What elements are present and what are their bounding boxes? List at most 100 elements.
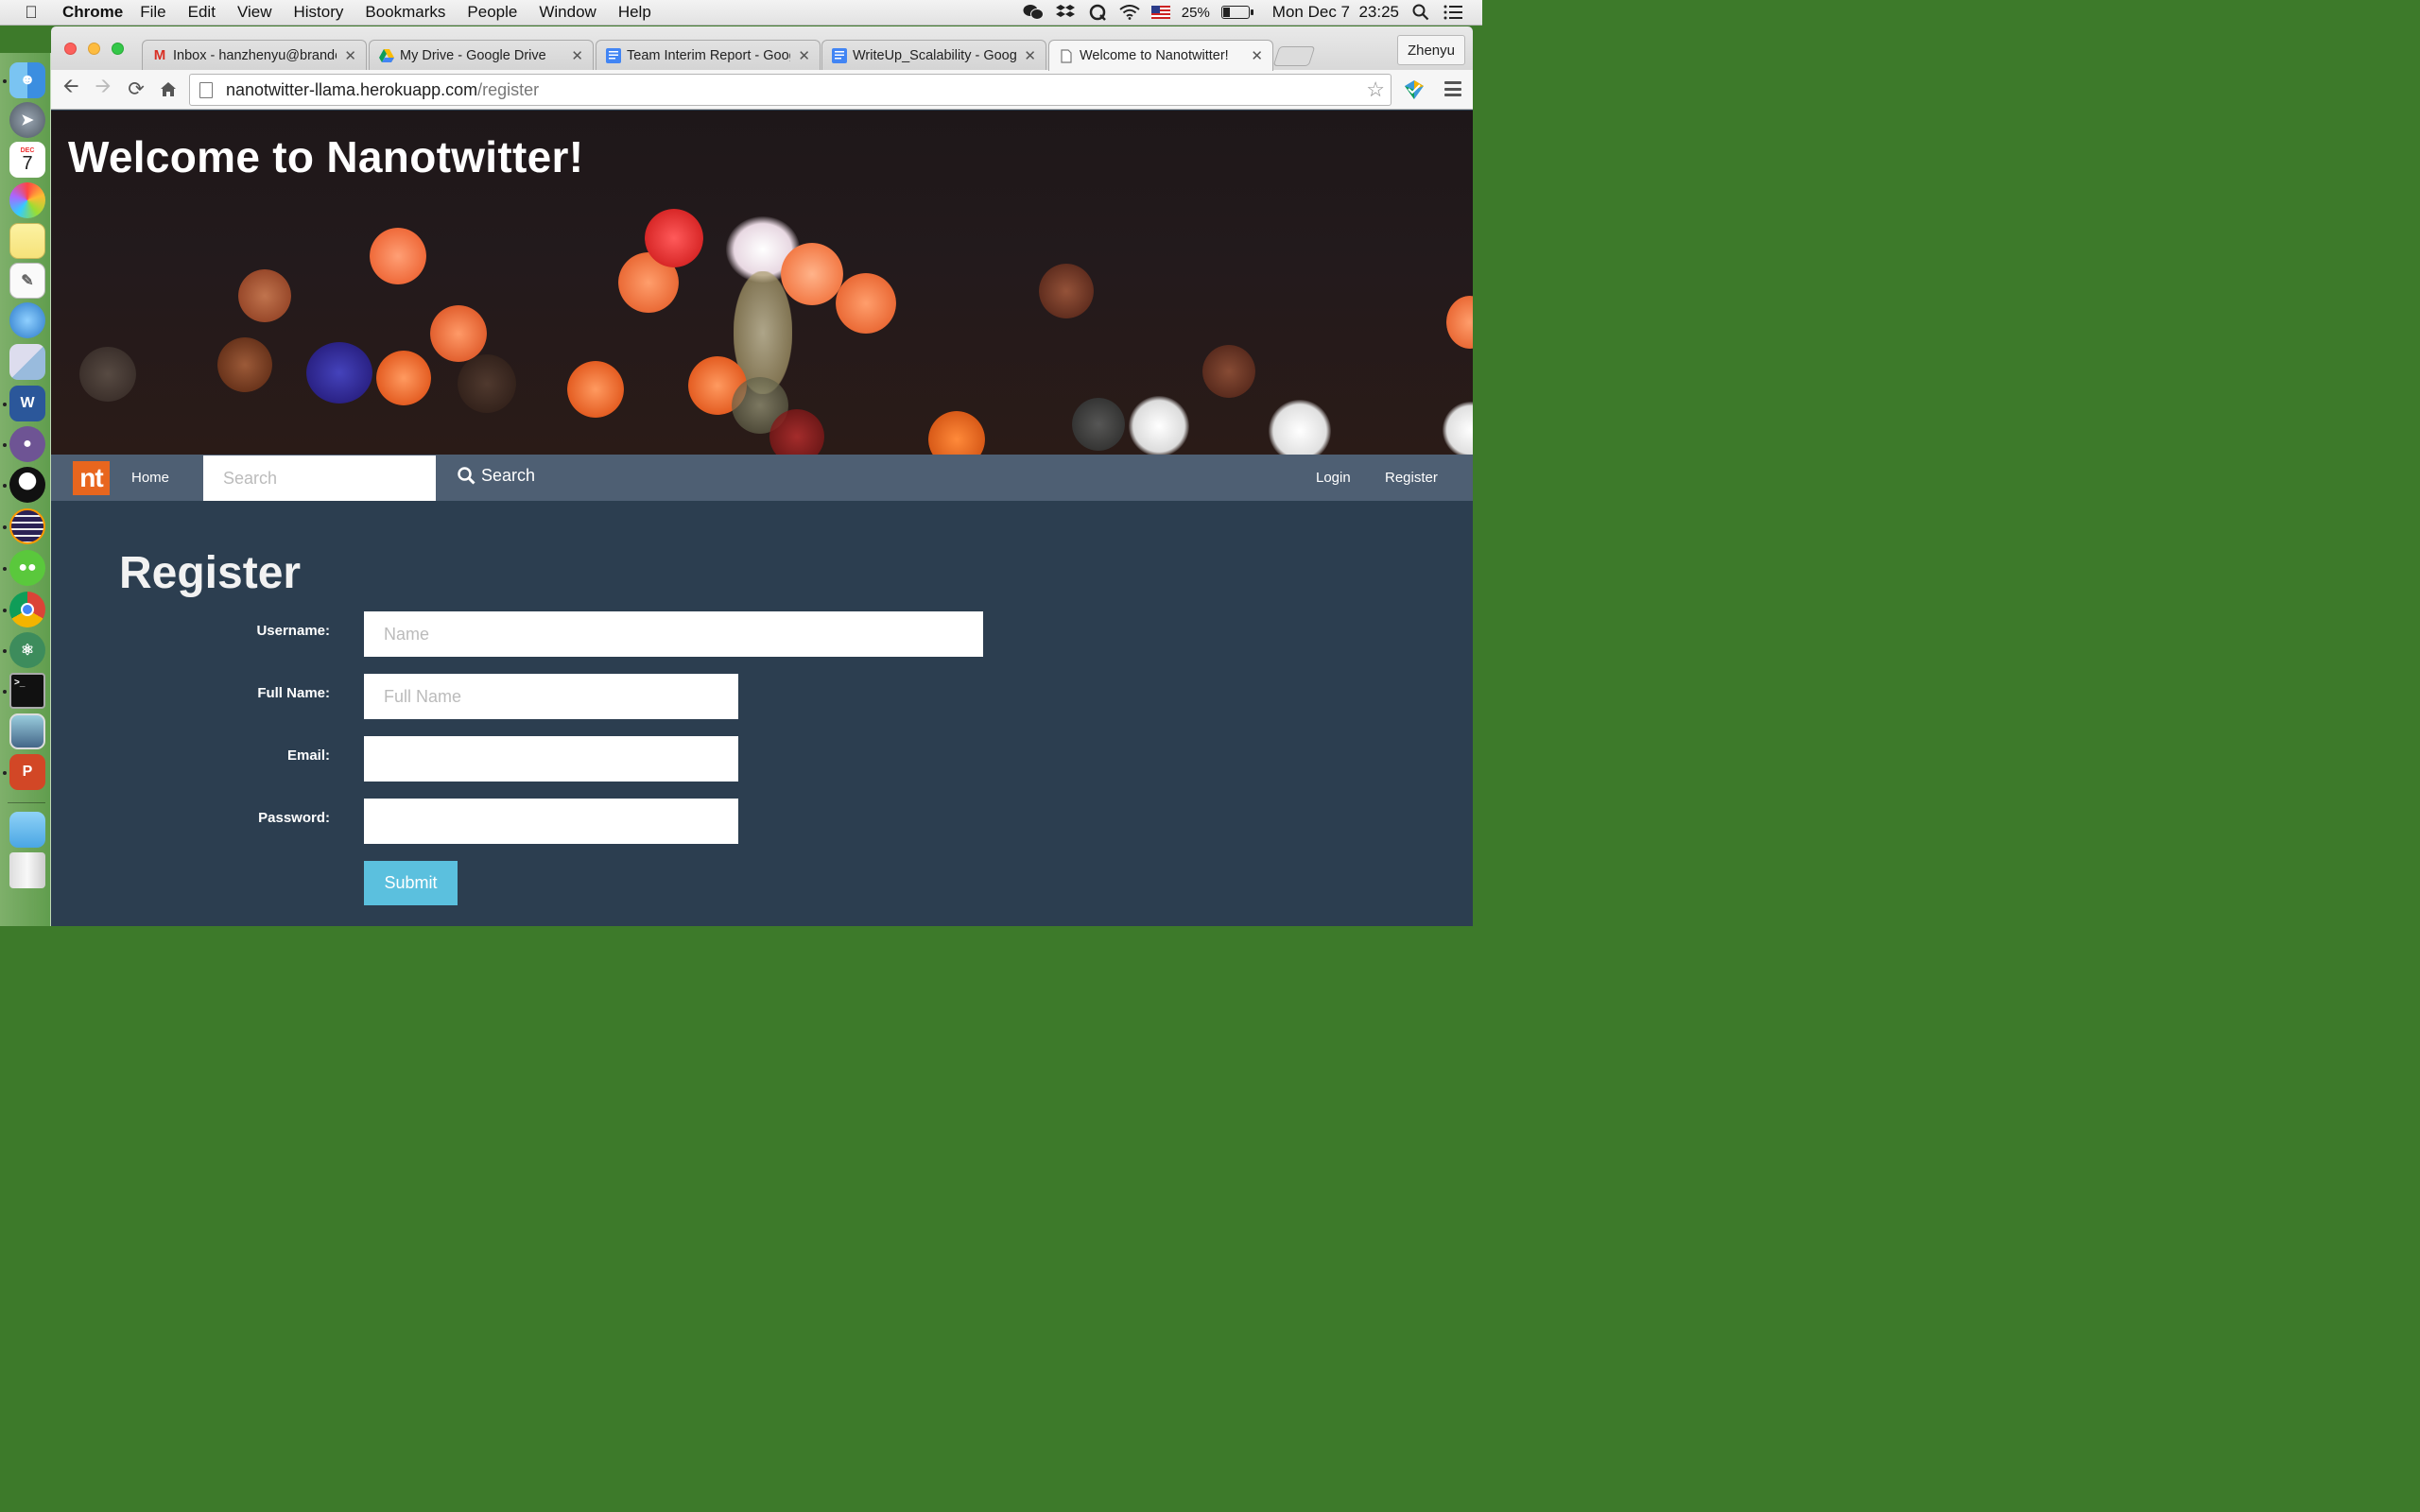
tab-inbox[interactable]: M Inbox - hanzhenyu@brandeis.edu ✕	[142, 40, 367, 70]
tab-title: Inbox - hanzhenyu@brandeis.edu	[173, 47, 337, 63]
password-label: Password:	[258, 810, 330, 826]
reload-icon[interactable]: ⟳	[123, 76, 149, 102]
fullname-field[interactable]	[364, 674, 738, 719]
finder-icon[interactable]: ☻	[9, 62, 45, 98]
menu-view[interactable]: View	[237, 3, 272, 22]
new-tab-button[interactable]	[1272, 46, 1316, 66]
wechat-icon[interactable]: ●●	[9, 550, 45, 586]
search-button-label: Search	[481, 466, 536, 485]
tab-title: Welcome to Nanotwitter!	[1080, 48, 1229, 63]
qq-status-icon[interactable]	[1087, 4, 1108, 21]
close-window-button[interactable]	[64, 43, 77, 55]
photos-icon[interactable]	[9, 182, 45, 218]
close-tab-icon[interactable]: ✕	[798, 47, 810, 64]
site-navbar: nt Home Search Login Register	[51, 455, 1473, 501]
eclipse-icon[interactable]	[9, 508, 45, 544]
preview-icon[interactable]	[9, 344, 45, 380]
running-indicator	[3, 443, 7, 447]
dock-separator	[8, 802, 45, 803]
close-tab-icon[interactable]: ✕	[1251, 47, 1263, 64]
web-page: Welcome to Nanotwitter! nt Home Search L…	[51, 111, 1473, 926]
minimize-window-button[interactable]	[88, 43, 100, 55]
chrome-window: M Inbox - hanzhenyu@brandeis.edu ✕ My Dr…	[51, 26, 1473, 926]
launchpad-icon[interactable]: ➤	[9, 102, 45, 138]
battery-icon[interactable]	[1220, 6, 1253, 19]
email-field[interactable]	[364, 736, 738, 782]
spotlight-search-icon[interactable]	[1410, 4, 1431, 21]
tab-title: My Drive - Google Drive	[400, 47, 546, 63]
tab-team-interim-report[interactable]: Team Interim Report - Google Docs ✕	[596, 40, 821, 70]
profile-button[interactable]: Zhenyu	[1396, 35, 1465, 65]
wechat-status-icon[interactable]	[1023, 4, 1044, 21]
zoom-window-button[interactable]	[112, 43, 124, 55]
us-flag-input-icon[interactable]	[1150, 6, 1170, 19]
close-tab-icon[interactable]: ✕	[1024, 47, 1036, 64]
image-capture-icon[interactable]	[9, 713, 45, 749]
qq-icon[interactable]	[9, 467, 45, 503]
menu-help[interactable]: Help	[618, 3, 651, 22]
bookmark-star-icon[interactable]: ☆	[1366, 77, 1385, 102]
google-docs-icon	[832, 47, 847, 63]
tab-google-drive[interactable]: My Drive - Google Drive ✕	[369, 40, 594, 70]
close-tab-icon[interactable]: ✕	[571, 47, 583, 64]
hero-banner: Welcome to Nanotwitter!	[51, 111, 1473, 455]
microsoft-powerpoint-icon[interactable]: P	[9, 754, 45, 790]
address-bar[interactable]: nanotwitter-llama.herokuapp.com/register…	[189, 74, 1392, 106]
nanotwitter-logo[interactable]: nt	[73, 461, 110, 495]
submit-button[interactable]: Submit	[364, 861, 458, 905]
url-domain: nanotwitter-llama.herokuapp.com	[226, 79, 478, 99]
apple-menu-icon[interactable]: 	[0, 3, 62, 23]
menu-file[interactable]: File	[140, 3, 165, 22]
github-icon[interactable]: ●	[9, 426, 45, 462]
search-input[interactable]	[203, 455, 436, 501]
running-indicator	[3, 525, 7, 529]
textedit-icon[interactable]: ✎	[9, 263, 45, 299]
username-label: Username:	[256, 623, 330, 639]
menubar-clock[interactable]: Mon Dec 7 23:25	[1272, 3, 1399, 22]
nav-login-link[interactable]: Login	[1316, 470, 1351, 486]
downloads-folder-icon[interactable]	[9, 812, 45, 848]
chrome-menu-icon[interactable]	[1444, 81, 1461, 96]
email-label: Email:	[286, 747, 330, 764]
menu-app-name[interactable]: Chrome	[62, 3, 123, 22]
page-title: Register	[119, 548, 302, 598]
fullname-label: Full Name:	[257, 685, 330, 701]
atom-icon[interactable]: ⚛	[9, 632, 45, 668]
page-info-icon[interactable]	[199, 81, 213, 98]
username-field[interactable]	[364, 611, 983, 657]
back-arrow-icon[interactable]: 🡨	[58, 76, 84, 102]
notification-center-icon[interactable]	[1443, 4, 1463, 21]
google-docs-icon	[606, 47, 621, 63]
nav-home-link[interactable]: Home	[131, 470, 169, 486]
tab-title: WriteUp_Scalability - Google Docs	[853, 47, 1017, 63]
password-field[interactable]	[364, 799, 738, 844]
notes-icon[interactable]	[9, 223, 45, 259]
calendar-icon[interactable]: DEC 7	[9, 142, 45, 178]
menu-people[interactable]: People	[467, 3, 517, 22]
microsoft-word-icon[interactable]: W	[9, 386, 45, 421]
chrome-icon[interactable]	[9, 592, 45, 627]
preview-globe-icon[interactable]	[9, 302, 45, 338]
running-indicator	[3, 690, 7, 694]
terminal-icon[interactable]: >_	[9, 673, 45, 709]
menubar-status-area: 25% Mon Dec 7 23:25	[1023, 3, 1482, 22]
running-indicator	[3, 567, 7, 571]
menu-history[interactable]: History	[293, 3, 343, 22]
tab-writeup-scalability[interactable]: WriteUp_Scalability - Google Docs ✕	[821, 40, 1046, 70]
menu-window[interactable]: Window	[539, 3, 596, 22]
wifi-status-icon[interactable]	[1119, 4, 1140, 21]
search-icon	[458, 467, 475, 485]
browser-toolbar: 🡨 🡪 ⟳ nanotwitter-llama.herokuapp.com/re…	[51, 70, 1473, 110]
trash-icon[interactable]	[9, 852, 45, 888]
search-button[interactable]: Search	[458, 466, 535, 486]
menu-bookmarks[interactable]: Bookmarks	[365, 3, 445, 22]
page-icon	[1059, 48, 1074, 63]
menu-edit[interactable]: Edit	[188, 3, 216, 22]
tab-nanotwitter[interactable]: Welcome to Nanotwitter! ✕	[1048, 40, 1273, 71]
extension-icon[interactable]	[1403, 78, 1426, 101]
nav-register-link[interactable]: Register	[1385, 470, 1438, 486]
home-icon[interactable]	[155, 76, 182, 102]
close-tab-icon[interactable]: ✕	[344, 47, 356, 64]
forward-arrow-icon[interactable]: 🡪	[90, 76, 116, 102]
dropbox-status-icon[interactable]	[1055, 4, 1076, 21]
